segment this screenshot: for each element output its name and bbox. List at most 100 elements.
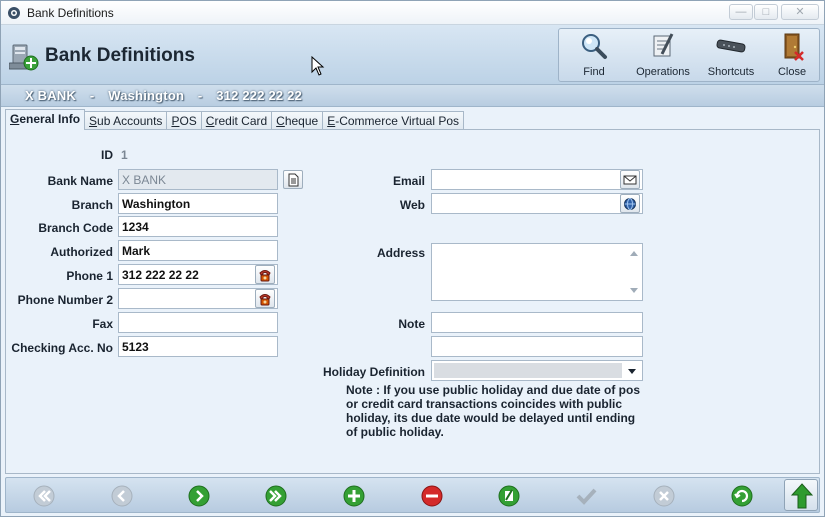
save-checkmark-icon[interactable] (574, 484, 598, 508)
tab-pos[interactable]: POS (167, 111, 202, 130)
web-label: Web (399, 198, 425, 212)
find-label: Find (583, 66, 605, 78)
operations-icon (653, 33, 674, 57)
chevron-down-icon[interactable] (628, 369, 636, 374)
note-field-2[interactable] (431, 336, 643, 357)
previous-record-icon[interactable] (110, 484, 134, 508)
cancel-icon[interactable] (652, 484, 676, 508)
last-record-icon[interactable] (264, 484, 288, 508)
tab-credit-card[interactable]: Credit Card (201, 111, 273, 130)
bank-name-label: Bank Name (47, 174, 113, 188)
phone2-label: Phone Number 2 (17, 293, 113, 307)
phone1-field[interactable]: 312 222 22 22 (118, 264, 278, 285)
record-bank-name: X BANK (25, 88, 77, 103)
phone2-field[interactable] (118, 288, 278, 309)
tab-label: OS (179, 114, 197, 128)
tab-e-commerce-virtual-pos[interactable]: E-Commerce Virtual Pos (323, 111, 465, 130)
tab-general-info[interactable]: General Info (5, 109, 86, 130)
branch-code-label: Branch Code (38, 221, 113, 235)
record-summary-bar: X BANK - Washington - 312 222 22 22 (1, 85, 824, 107)
bank-name-field[interactable]: X BANK (118, 169, 278, 190)
telephone-icon (259, 294, 271, 306)
email-label: Email (392, 174, 425, 188)
operations-button[interactable]: Operations (629, 29, 697, 81)
refresh-icon[interactable] (730, 484, 754, 508)
branch-field[interactable]: Washington (118, 193, 278, 214)
note-label: Note (398, 317, 425, 331)
minimize-button[interactable]: — (729, 4, 753, 20)
delete-record-icon[interactable] (420, 484, 444, 508)
phone1-label: Phone 1 (66, 269, 113, 283)
magnifier-icon (582, 34, 607, 59)
holiday-definition-value (434, 363, 622, 378)
note-field[interactable] (431, 312, 643, 333)
close-label: Close (777, 66, 807, 78)
tab-mnemonic: C (276, 114, 285, 128)
record-navigation-bar (5, 477, 820, 513)
next-record-icon[interactable] (187, 484, 211, 508)
edit-record-icon[interactable] (497, 484, 521, 508)
phone1-dial-button[interactable] (255, 265, 275, 284)
document-icon (288, 173, 299, 187)
tab-mnemonic: G (10, 112, 20, 126)
tab-sub-accounts[interactable]: Sub Accounts (85, 111, 168, 130)
close-window-button[interactable]: ✕ (781, 4, 819, 20)
fax-field[interactable] (118, 312, 278, 333)
title-bar[interactable]: Bank Definitions — □ ✕ (1, 1, 824, 25)
address-field[interactable] (431, 243, 643, 301)
module-header: Bank Definitions Find Operations Shortcu… (1, 25, 824, 85)
scroll-down-icon[interactable] (630, 288, 638, 293)
mouse-cursor-icon (311, 56, 325, 76)
email-field[interactable] (431, 169, 643, 190)
email-send-button[interactable] (620, 170, 640, 189)
exit-door-icon (784, 33, 804, 61)
find-button[interactable]: Find (559, 29, 629, 81)
holiday-definition-label: Holiday Definition (323, 365, 425, 379)
envelope-icon (623, 175, 637, 185)
tab-label: -Commerce Virtual Pos (335, 114, 460, 128)
window-title: Bank Definitions (27, 6, 114, 20)
checking-acc-field[interactable]: 5123 (118, 336, 278, 357)
arrow-up-icon (791, 483, 813, 509)
first-record-icon[interactable] (32, 484, 56, 508)
tab-strip: General Info Sub Accounts POS Credit Car… (5, 109, 465, 130)
branch-code-field[interactable]: 1234 (118, 216, 278, 237)
add-record-icon[interactable] (342, 484, 366, 508)
shortcuts-label: Shortcuts (707, 66, 755, 78)
page-title: Bank Definitions (45, 45, 195, 66)
maximize-button[interactable]: □ (754, 4, 778, 20)
checking-acc-label: Checking Acc. No (11, 341, 113, 355)
shortcuts-icon (716, 39, 746, 53)
authorized-label: Authorized (50, 245, 113, 259)
tab-label: redit Card (214, 114, 268, 128)
tab-label: ub Accounts (97, 114, 163, 128)
tab-label: heque (284, 114, 319, 128)
phone2-dial-button[interactable] (255, 289, 275, 308)
record-phone: 312 222 22 22 (216, 88, 303, 103)
web-open-button[interactable] (620, 194, 640, 213)
close-button[interactable]: Close (765, 29, 819, 81)
bank-definitions-window: Bank Definitions — □ ✕ Bank Definitions … (0, 0, 825, 517)
scroll-top-button[interactable] (784, 479, 818, 511)
record-separator: - (89, 88, 95, 103)
operations-label: Operations (636, 66, 690, 78)
globe-icon (624, 198, 636, 210)
scroll-up-icon[interactable] (630, 251, 638, 256)
id-label: ID (101, 148, 113, 162)
tab-cheque[interactable]: Cheque (272, 111, 324, 130)
tab-label: eneral Info (19, 112, 81, 126)
fax-label: Fax (92, 317, 113, 331)
record-separator: - (197, 88, 203, 103)
app-icon (8, 7, 20, 19)
holiday-note-text: Note : If you use public holiday and due… (346, 383, 641, 439)
shortcuts-button[interactable]: Shortcuts (697, 29, 765, 81)
tab-mnemonic: S (89, 114, 98, 128)
bank-computer-icon (9, 44, 39, 71)
id-value: 1 (121, 148, 128, 162)
holiday-definition-select[interactable] (431, 360, 643, 381)
record-branch: Washington (108, 88, 185, 103)
web-field[interactable] (431, 193, 643, 214)
telephone-icon (259, 270, 271, 282)
bank-name-lookup-button[interactable] (283, 170, 303, 189)
authorized-field[interactable]: Mark (118, 240, 278, 261)
